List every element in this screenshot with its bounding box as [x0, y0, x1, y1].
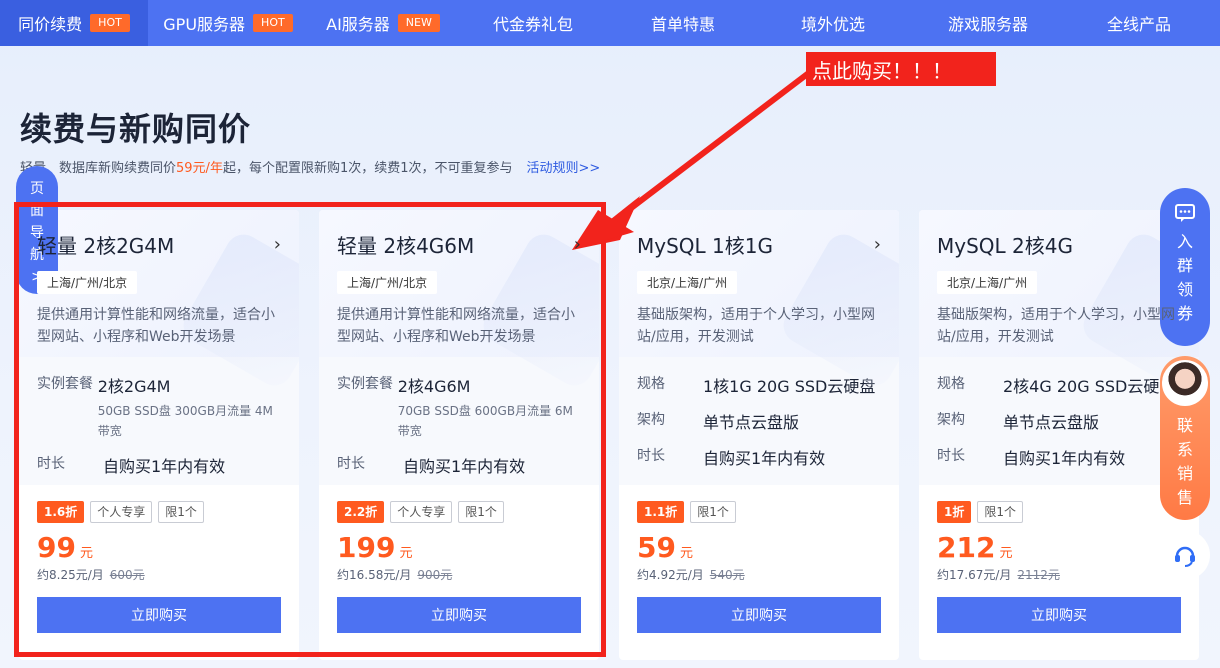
- card-desc: 提供通用计算性能和网络流量，适合小型网站、小程序和Web开发场景: [37, 307, 275, 345]
- card-header: MySQL 1核1G › 北京/上海/广州 基础版架构，适用于个人学习，小型网站…: [619, 210, 899, 357]
- product-card: 轻量 2核4G6M › 上海/广州/北京 提供通用计算性能和网络流量，适合小型网…: [319, 210, 599, 660]
- chat-icon: [1175, 204, 1195, 222]
- buy-now-button[interactable]: 立即购买: [637, 597, 881, 633]
- original-price: 900元: [417, 568, 453, 582]
- nav-tab-game-server[interactable]: 游戏服务器: [908, 0, 1068, 46]
- region-tag: 上海/广州/北京: [37, 271, 138, 294]
- product-card: MySQL 1核1G › 北京/上海/广州 基础版架构，适用于个人学习，小型网站…: [619, 210, 899, 660]
- price: 59 元: [637, 531, 693, 564]
- nav-tab-same-price-renew[interactable]: 同价续费 HOT: [0, 0, 148, 46]
- original-price: 540元: [709, 568, 745, 582]
- nav-tab-first-order[interactable]: 首单特惠: [608, 0, 758, 46]
- tag: 个人专享: [390, 501, 453, 523]
- price: 199 元: [337, 531, 413, 564]
- price: 212 元: [937, 531, 1013, 564]
- region-tag: 北京/上海/广州: [937, 271, 1038, 294]
- hot-badge: HOT: [90, 14, 130, 32]
- annotation-label: 点此购买！！！: [806, 52, 996, 86]
- new-badge: NEW: [397, 14, 440, 32]
- contact-sales-float[interactable]: 联 系 销 售: [1160, 356, 1210, 520]
- chevron-right-icon[interactable]: ›: [574, 234, 581, 255]
- nav-tab-ai-server[interactable]: AI服务器 NEW: [308, 0, 458, 46]
- nav-tab-gpu-server[interactable]: GPU服务器 HOT: [148, 0, 308, 46]
- headset-icon: [1175, 546, 1195, 567]
- discount-tag: 2.2折: [337, 501, 385, 523]
- product-card: 轻量 2核2G4M › 上海/广州/北京 提供通用计算性能和网络流量，适合小型网…: [19, 210, 299, 660]
- original-price: 600元: [109, 568, 145, 582]
- original-price: 2112元: [1017, 568, 1060, 582]
- card-name[interactable]: MySQL 2核4G: [937, 230, 1181, 259]
- card-desc: 提供通用计算性能和网络流量，适合小型网站、小程序和Web开发场景: [337, 307, 575, 345]
- card-name[interactable]: MySQL 1核1G ›: [637, 230, 881, 259]
- discount-tag: 1折: [937, 501, 972, 523]
- tag: 个人专享: [90, 501, 153, 523]
- card-header: MySQL 2核4G 北京/上海/广州 基础版架构，适用于个人学习，小型网站/应…: [919, 210, 1199, 357]
- chevron-right-icon[interactable]: ›: [274, 234, 281, 255]
- nav-tab-all-products[interactable]: 全线产品: [1068, 0, 1210, 46]
- nav-tab-voucher[interactable]: 代金券礼包: [458, 0, 608, 46]
- card-name[interactable]: 轻量 2核4G6M ›: [337, 230, 581, 259]
- buy-now-button[interactable]: 立即购买: [37, 597, 281, 633]
- page-title: 续费与新购同价: [20, 110, 252, 148]
- tag: 限1个: [458, 501, 504, 523]
- discount-tag: 1.1折: [637, 501, 685, 523]
- customer-service-button[interactable]: [1160, 530, 1210, 580]
- top-nav: 同价续费 HOT GPU服务器 HOT AI服务器 NEW 代金券礼包 首单特惠…: [0, 0, 1220, 46]
- buy-now-button[interactable]: 立即购买: [937, 597, 1181, 633]
- tag: 限1个: [977, 501, 1023, 523]
- avatar: [1162, 360, 1208, 406]
- card-header: 轻量 2核4G6M › 上海/广州/北京 提供通用计算性能和网络流量，适合小型网…: [319, 210, 599, 357]
- card-desc: 基础版架构，适用于个人学习，小型网站/应用，开发测试: [937, 307, 1175, 345]
- activity-rules-link[interactable]: 活动规则>>: [527, 161, 601, 176]
- subtitle-price: 59元/年: [176, 161, 223, 176]
- hot-badge: HOT: [253, 14, 293, 32]
- tag: 限1个: [690, 501, 736, 523]
- buy-now-button[interactable]: 立即购买: [337, 597, 581, 633]
- chevron-right-icon[interactable]: ›: [874, 234, 881, 255]
- tag: 限1个: [158, 501, 204, 523]
- card-header: 轻量 2核2G4M › 上海/广州/北京 提供通用计算性能和网络流量，适合小型网…: [19, 210, 299, 357]
- nav-tab-overseas[interactable]: 境外优选: [758, 0, 908, 46]
- region-tag: 北京/上海/广州: [637, 271, 738, 294]
- card-name[interactable]: 轻量 2核2G4M ›: [37, 230, 281, 259]
- discount-tag: 1.6折: [37, 501, 85, 523]
- product-card: MySQL 2核4G 北京/上海/广州 基础版架构，适用于个人学习，小型网站/应…: [919, 210, 1199, 660]
- price: 99 元: [37, 531, 93, 564]
- region-tag: 上海/广州/北京: [337, 271, 438, 294]
- page-subtitle: 轻量、数据库新购续费同价59元/年起，每个配置限新购1次，续费1次，不可重复参与…: [20, 161, 601, 176]
- card-desc: 基础版架构，适用于个人学习，小型网站/应用，开发测试: [637, 307, 875, 345]
